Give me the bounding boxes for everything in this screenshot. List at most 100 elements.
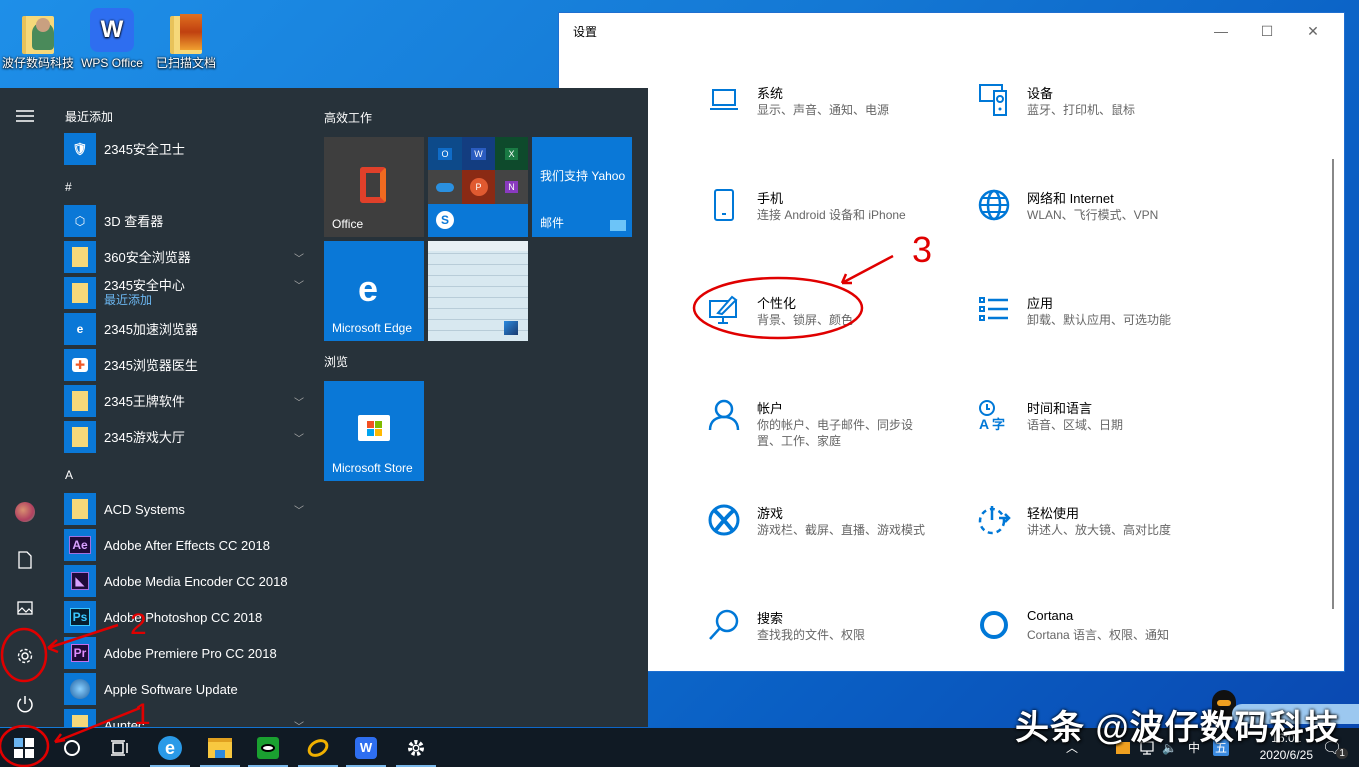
taskbar-eye-app[interactable]: [244, 728, 292, 767]
file-explorer-icon: [208, 737, 232, 758]
settings-network[interactable]: 网络和 Internet WLAN、飞行模式、VPN: [977, 188, 1237, 248]
app-2345-center[interactable]: 2345安全中心 最近添加 ﹀: [64, 277, 304, 309]
ae-icon: Ae: [64, 529, 96, 561]
desktop-icon-scanned[interactable]: 已扫描文档: [150, 8, 222, 71]
wps-icon: W: [90, 8, 134, 52]
tile-photos[interactable]: [428, 241, 528, 341]
cortana-search-button[interactable]: [48, 728, 96, 767]
settings-ease-of-access[interactable]: 轻松使用 讲述人、放大镜、高对比度: [977, 503, 1237, 563]
start-button[interactable]: [0, 728, 48, 767]
taskbar-ring-app[interactable]: [294, 728, 342, 767]
me-icon: ◣: [64, 565, 96, 597]
browser-icon: e: [64, 313, 96, 345]
settings-icon[interactable]: [0, 636, 50, 676]
ps-icon: Ps: [64, 601, 96, 633]
app-2345-browser[interactable]: e 2345加速浏览器: [64, 313, 304, 345]
desktop-icon-wps[interactable]: W WPS Office: [76, 8, 148, 71]
tile-mail[interactable]: 我们支持 Yahoo 邮件: [532, 137, 632, 237]
settings-system[interactable]: 系统 显示、声音、通知、电源: [707, 83, 967, 143]
desktop-icon-label: WPS Office: [81, 56, 143, 70]
tile-office-apps-folder[interactable]: O W X P N S: [428, 137, 528, 237]
settings-devices[interactable]: 设备 蓝牙、打印机、鼠标: [977, 83, 1237, 143]
folder-icon: [64, 493, 96, 525]
photos-icon: [504, 321, 518, 335]
scrollbar[interactable]: [1332, 159, 1334, 609]
minimize-button[interactable]: —: [1198, 19, 1244, 43]
settings-time-language[interactable]: A字 时间和语言 语音、区域、日期: [977, 398, 1237, 458]
app-2345-browser-doctor[interactable]: ✚ 2345浏览器医生: [64, 349, 304, 381]
shield-icon: 🛡: [64, 133, 96, 165]
chevron-down-icon[interactable]: ﹀: [294, 430, 304, 445]
app-360-browser[interactable]: 360安全浏览器 ﹀: [64, 241, 304, 273]
tile-group-header: 浏览: [324, 355, 349, 369]
app-acd-systems[interactable]: ACD Systems ﹀: [64, 493, 304, 525]
taskbar-settings[interactable]: [392, 728, 440, 767]
settings-icon: [408, 739, 424, 756]
maximize-button[interactable]: ☐: [1244, 19, 1290, 43]
tile-office[interactable]: Office: [324, 137, 424, 237]
folder-icon: [64, 385, 96, 417]
app-after-effects[interactable]: Ae Adobe After Effects CC 2018: [64, 529, 304, 561]
app-2345-games[interactable]: 2345游戏大厅 ﹀: [64, 421, 304, 453]
onenote-icon: N: [495, 170, 528, 204]
taskbar-ie[interactable]: e: [146, 728, 194, 767]
chevron-down-icon[interactable]: ﹀: [294, 250, 304, 265]
edge-icon: e: [358, 268, 379, 309]
app-auntec[interactable]: Auntec ﹀: [64, 709, 304, 727]
time-language-icon: A字: [977, 398, 1011, 432]
start-icon: [14, 737, 34, 758]
settings-phone[interactable]: 手机 连接 Android 设备和 iPhone: [707, 188, 967, 248]
settings-accounts[interactable]: 帐户 你的帐户、电子邮件、同步设置、工作、家庭: [707, 398, 967, 458]
app-list[interactable]: 最近添加 🛡 2345安全卫士 # ⬡ 3D 查看器 360安全浏览器 ﹀ 2345安…: [50, 88, 312, 727]
chevron-down-icon[interactable]: ﹀: [294, 277, 304, 292]
settings-cortana[interactable]: Cortana Cortana 语言、权限、通知: [977, 608, 1237, 668]
settings-gaming[interactable]: 游戏 游戏栏、截屏、直播、游戏模式: [707, 503, 967, 563]
personalize-icon: [707, 293, 741, 327]
ring-app-icon: [304, 735, 332, 760]
mail-icon: [610, 220, 626, 231]
settings-search[interactable]: 搜索 查找我的文件、权限: [707, 608, 967, 668]
document-icon[interactable]: [0, 540, 50, 580]
pictures-icon[interactable]: [0, 588, 50, 628]
excel-icon: X: [495, 137, 528, 170]
user-avatar[interactable]: [0, 492, 50, 532]
desktop-icon-bozai[interactable]: 波仔数码科技: [2, 8, 74, 71]
app-photoshop[interactable]: Ps Adobe Photoshop CC 2018: [64, 601, 304, 633]
app-apple-update[interactable]: Apple Software Update: [64, 673, 304, 705]
chevron-down-icon[interactable]: ﹀: [294, 394, 304, 409]
svg-text:字: 字: [992, 417, 1005, 431]
task-view-button[interactable]: [96, 728, 144, 767]
app-3d-viewer[interactable]: ⬡ 3D 查看器: [64, 205, 304, 237]
svg-text:A: A: [979, 416, 989, 431]
section-header-hash[interactable]: #: [65, 180, 72, 194]
power-icon[interactable]: [0, 684, 50, 724]
start-menu: 最近添加 🛡 2345安全卫士 # ⬡ 3D 查看器 360安全浏览器 ﹀ 2345安…: [0, 88, 648, 727]
app-premiere[interactable]: Pr Adobe Premiere Pro CC 2018: [64, 637, 304, 669]
taskbar-file-explorer[interactable]: [196, 728, 244, 767]
menu-icon[interactable]: [0, 96, 50, 136]
window-title: 设置: [573, 25, 598, 39]
wps-icon: W: [355, 736, 377, 759]
app-2345-ace[interactable]: 2345王牌软件 ﹀: [64, 385, 304, 417]
medkit-icon: ✚: [64, 349, 96, 381]
store-icon: [358, 415, 390, 441]
ie-icon: e: [158, 735, 182, 760]
section-header-a[interactable]: A: [65, 468, 73, 482]
tile-edge[interactable]: e Microsoft Edge: [324, 241, 424, 341]
close-button[interactable]: ✕: [1290, 19, 1336, 43]
app-media-encoder[interactable]: ◣ Adobe Media Encoder CC 2018: [64, 565, 304, 597]
settings-personalization[interactable]: 个性化 背景、锁屏、颜色: [707, 293, 967, 353]
taskbar-wps[interactable]: W: [342, 728, 390, 767]
tile-store[interactable]: Microsoft Store: [324, 381, 424, 481]
user-folder-icon: [16, 8, 60, 54]
task-view-icon: [111, 739, 128, 756]
apple-update-icon: [64, 673, 96, 705]
skype-icon: S: [436, 211, 454, 229]
chevron-down-icon[interactable]: ﹀: [294, 502, 304, 517]
settings-apps[interactable]: 应用 卸载、默认应用、可选功能: [977, 293, 1237, 353]
app-2345-security[interactable]: 🛡 2345安全卫士: [64, 133, 304, 165]
settings-window: 设置 — ☐ ✕ 系统 显示、声音、通知、电源 设备 蓝牙、打印机、鼠标 手机 …: [558, 12, 1345, 672]
office-icon: [360, 167, 386, 203]
chevron-down-icon[interactable]: ﹀: [294, 718, 304, 728]
ease-of-access-icon: [977, 503, 1011, 537]
